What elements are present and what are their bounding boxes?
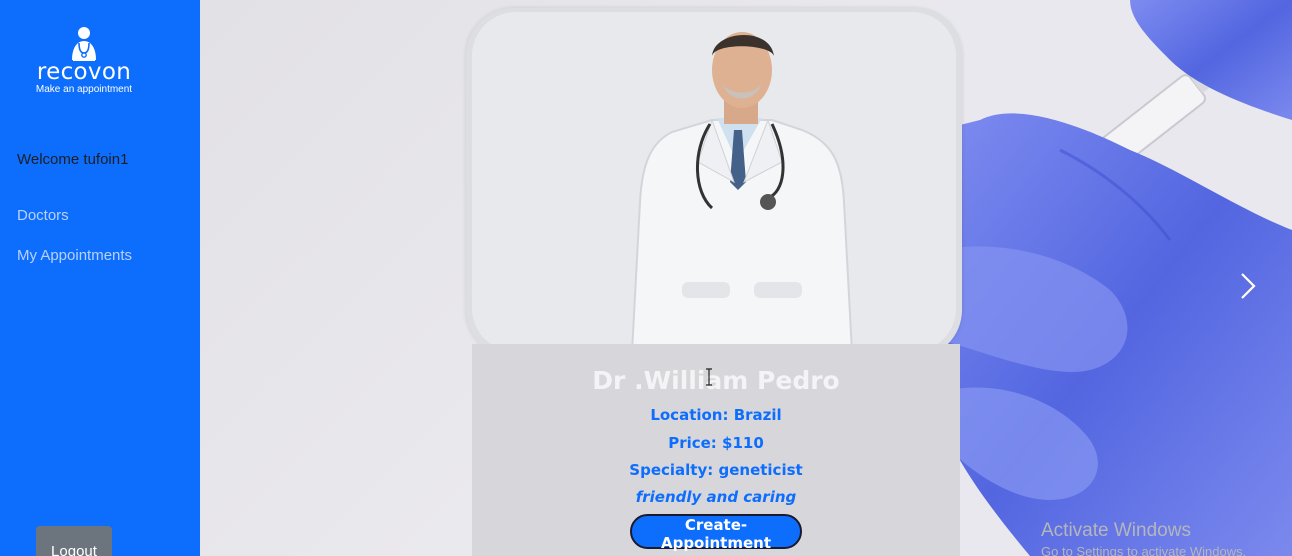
create-appointment-button[interactable]: Create-Appointment	[630, 514, 802, 552]
watermark-title: Activate Windows	[1041, 520, 1191, 541]
text-cursor-icon	[706, 368, 712, 386]
carousel-next-chevron-right-icon[interactable]	[1238, 270, 1258, 302]
activate-windows-watermark: Activate Windows Go to Settings to activ…	[1041, 520, 1246, 556]
welcome-text: Welcome tufoin1	[17, 151, 129, 168]
sidebar-item-my-appointments[interactable]: My Appointments	[17, 247, 132, 264]
main-area: Dr .William Pedro Location: Brazil Price…	[200, 0, 1292, 556]
doctor-specialty: Specialty: geneticist	[629, 461, 803, 479]
doctor-portrait-image	[472, 12, 956, 352]
brand-name: recovon	[36, 59, 132, 85]
doctor-location: Location: Brazil	[650, 406, 782, 424]
doctor-description: friendly and caring	[635, 488, 797, 506]
watermark-subtitle: Go to Settings to activate Windows.	[1041, 544, 1247, 556]
doctor-photo-frame	[466, 8, 962, 358]
doctor-icon	[72, 27, 96, 61]
doctor-price: Price: $110	[668, 434, 764, 452]
brand-tagline: Make an appointment	[35, 84, 133, 95]
logout-button[interactable]: Logout	[36, 526, 112, 556]
doctor-info-panel: Dr .William Pedro Location: Brazil Price…	[472, 344, 960, 556]
sidebar-item-doctors[interactable]: Doctors	[17, 207, 69, 224]
brand-logo[interactable]: recovon Make an appointment	[0, 26, 168, 96]
sidebar: recovon Make an appointment Welcome tufo…	[0, 0, 200, 556]
doctor-photo	[472, 12, 956, 352]
doctor-name: Dr .William Pedro	[592, 366, 840, 395]
